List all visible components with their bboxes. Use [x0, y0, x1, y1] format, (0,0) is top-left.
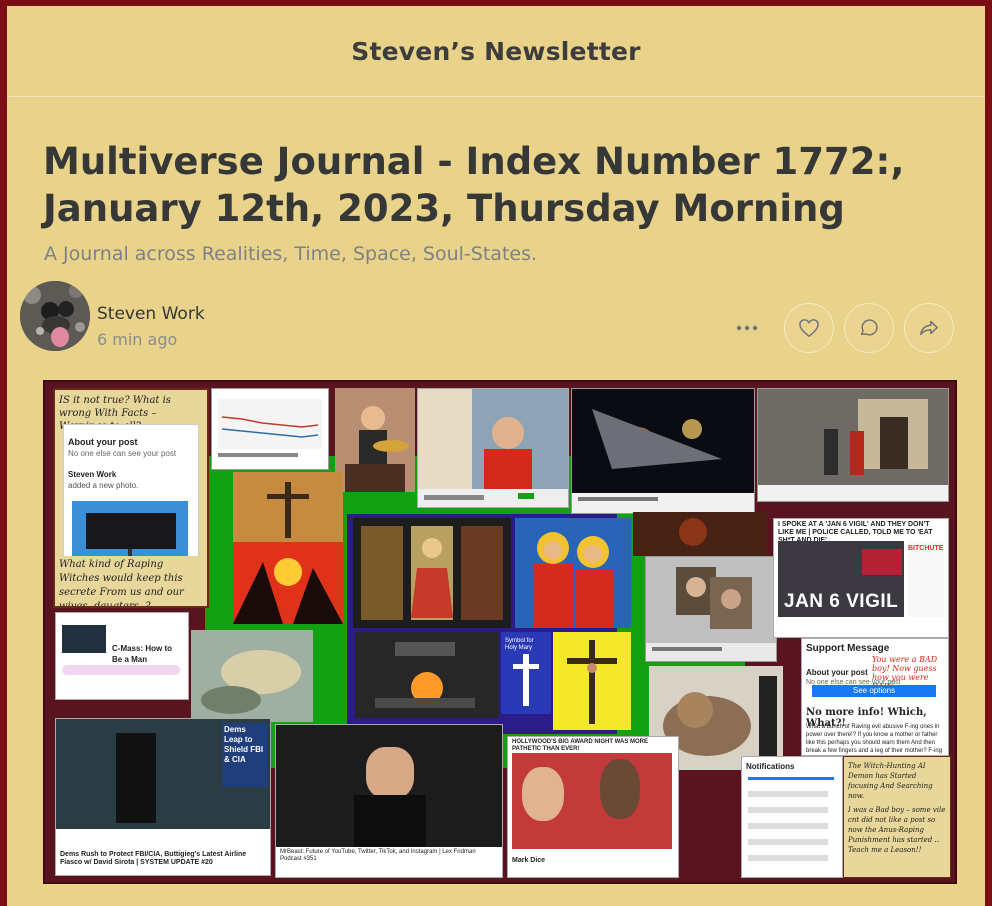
share-icon: [920, 320, 938, 336]
comment-button[interactable]: [844, 303, 894, 353]
post-time: 6 min ago: [97, 330, 178, 349]
fb-added: added a new photo.: [68, 481, 139, 490]
mark-dice-label: Mark Dice: [512, 857, 546, 864]
facebook-post-screenshot: About your post No one else can see your…: [63, 424, 199, 576]
heart-icon: [799, 319, 819, 338]
more-options-button[interactable]: [729, 310, 765, 346]
site-header: Steven’s Newsletter: [7, 6, 985, 97]
hollywood-header: HOLLYWOOD'S BIG AWARD NIGHT WAS MORE PAT…: [512, 739, 648, 752]
share-button[interactable]: [904, 303, 954, 353]
podcast-title: C-Mass: How to Be a Man: [112, 644, 172, 664]
art-cloud-painting: [191, 630, 313, 722]
video-jan6-vigil: I SPOKE AT A 'JAN 6 VIGIL' AND THEY DON'…: [773, 518, 949, 638]
notifications-card: Notifications: [741, 756, 843, 878]
support-message-card: Support Message You were a BAD boy! Now …: [801, 638, 949, 756]
mrbeast-caption: MrBeast: Future of YouTube, Twitter, Tik…: [280, 849, 476, 862]
spirit-label: Symbol for Holy Mary: [505, 638, 534, 651]
bitchute-label: BITCHUTE: [908, 545, 944, 552]
author-name[interactable]: Steven Work: [97, 304, 205, 324]
post-subtitle: A Journal across Realities, Time, Space,…: [44, 243, 538, 265]
witch-ai-text: The Witch-Hunting AI Demon has Started f…: [848, 762, 933, 800]
dems-leap-overlay: Dems Leap to Shield FBI & CIA: [222, 723, 268, 787]
witch-hunting-note: The Witch-Hunting AI Demon has Started f…: [843, 756, 951, 878]
note-card: IS it not true? What is wrong With Facts…: [53, 388, 209, 608]
art-stained-glass: [353, 518, 511, 628]
newsletter-title[interactable]: Steven’s Newsletter: [351, 37, 640, 66]
fb-author: Steven Work: [68, 470, 117, 479]
art-two-saints: [515, 518, 631, 628]
drummer-photo: [335, 388, 415, 492]
note-bottom-text: What kind of Raping Witches would keep t…: [59, 556, 203, 606]
jan6-title: JAN 6 VIGIL: [784, 591, 899, 612]
post-collage-image[interactable]: IS it not true? What is wrong With Facts…: [43, 380, 957, 884]
author-avatar[interactable]: [20, 281, 90, 351]
fb-sub: No one else can see your post: [68, 449, 177, 458]
photo-blacksmith: [355, 632, 499, 718]
newsletter-page: Steven’s Newsletter Multiverse Journal -…: [7, 6, 985, 906]
post-title: Multiverse Journal - Index Number 1772:,…: [43, 140, 905, 230]
video-man-map: [417, 388, 569, 508]
art-crucifixion-fire: [233, 472, 343, 624]
chart-screenshot: [211, 388, 329, 470]
art-dark-landscape: [633, 512, 767, 556]
bad-boy-text: I was a Bad boy – some vile cnt did not …: [848, 806, 946, 854]
video-space-scene: [571, 388, 755, 514]
art-holy-symbol: Symbol for Holy Mary: [501, 632, 551, 714]
comment-icon: [860, 319, 878, 336]
dems-caption: Dems Rush to Protect FBI/CIA, Buttigieg'…: [60, 851, 247, 866]
notifications-title: Notifications: [746, 762, 795, 771]
video-mrbeast-podcast: MrBeast: Future of YouTube, Twitter, Tik…: [275, 724, 503, 878]
art-yellow-crucifix: [553, 632, 631, 730]
video-outdoor-vigil: [757, 388, 949, 502]
more-icon: [736, 325, 758, 331]
video-system-update: Dems Leap to Shield FBI & CIA Dems Rush …: [55, 718, 271, 876]
fb-title: About your post: [68, 437, 138, 447]
like-button[interactable]: [784, 303, 834, 353]
podcast-card: C-Mass: How to Be a Man: [55, 612, 189, 700]
support-title: Support Message: [806, 643, 890, 654]
witch-text: What a bunch of Raving evil abusive F-in…: [806, 724, 943, 754]
see-options-button: See options: [812, 685, 936, 697]
video-hollywood: HOLLYWOOD'S BIG AWARD NIGHT WAS MORE PAT…: [507, 736, 679, 878]
video-framed-photos: [645, 556, 777, 662]
